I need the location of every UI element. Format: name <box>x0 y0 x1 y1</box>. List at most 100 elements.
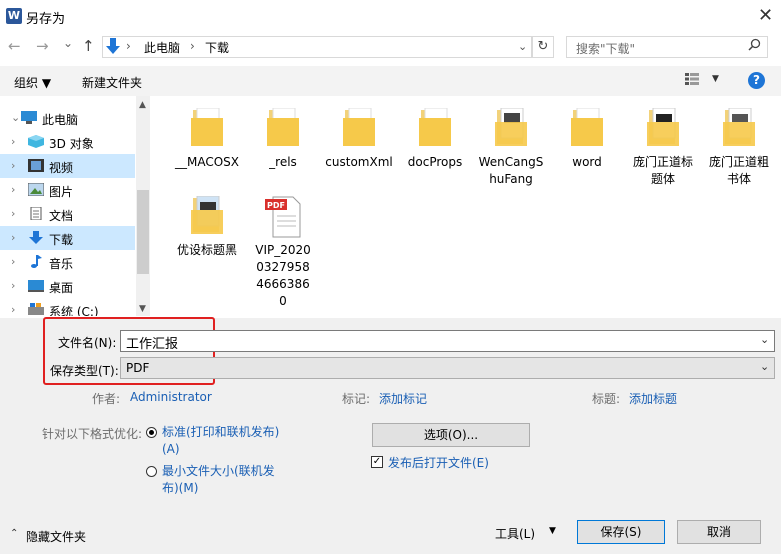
chevron-right-icon[interactable]: › <box>11 183 15 196</box>
sidebar-item-label: 图片 <box>49 185 74 199</box>
documents-icon <box>30 207 42 220</box>
filetype-label: 保存类型(T): <box>50 364 119 378</box>
video-icon <box>28 159 44 172</box>
sidebar-scrollbar-thumb[interactable] <box>137 190 149 274</box>
chevron-right-icon[interactable]: › <box>11 135 15 148</box>
word-app-icon: W <box>6 8 22 24</box>
sidebar-item-system-drive[interactable]: › 系统 (C:) <box>0 298 135 316</box>
sidebar-item-label: 此电脑 <box>42 113 79 127</box>
filename-value[interactable]: 工作汇报 <box>126 333 178 352</box>
file-name: WenCangShuFang <box>478 155 544 186</box>
folder-preview-icon <box>723 108 755 146</box>
file-name: 庞门正道标题体 <box>632 155 693 186</box>
download-icon <box>29 231 43 244</box>
file-name: 优设标题黑 <box>176 243 237 257</box>
filename-input[interactable] <box>120 330 775 352</box>
pc-icon <box>21 111 37 124</box>
up-arrow-icon[interactable]: ↑ <box>82 37 95 55</box>
view-options-icon[interactable] <box>685 73 699 85</box>
filetype-value[interactable]: PDF <box>126 361 149 375</box>
chevron-down-icon[interactable]: ⌄ <box>11 111 20 124</box>
sidebar-item-label: 桌面 <box>49 281 74 295</box>
add-title-link[interactable]: 添加标题 <box>629 390 677 407</box>
radio-standard[interactable] <box>146 427 157 438</box>
filetype-select[interactable] <box>120 357 775 379</box>
open-after-label[interactable]: 发布后打开文件(E) <box>388 454 489 471</box>
breadcrumb-this-pc[interactable]: 此电脑 <box>144 39 180 56</box>
sidebar-item-label: 文档 <box>49 209 74 223</box>
organize-menu-button[interactable]: 组织 ▼ <box>14 74 51 91</box>
options-button[interactable]: 选项(O)... <box>372 423 530 447</box>
drive-icon <box>28 303 44 315</box>
tools-dropdown-icon[interactable]: ▼ <box>549 526 556 536</box>
folder-icon <box>343 108 375 146</box>
sidebar-item-downloads[interactable]: › 下载 <box>0 226 135 250</box>
file-name: word <box>572 155 602 169</box>
close-icon[interactable]: ✕ <box>758 5 773 26</box>
music-icon <box>31 255 42 268</box>
hide-folders-toggle[interactable]: 隐藏文件夹 <box>26 528 86 545</box>
author-label: 作者: <box>92 392 121 406</box>
cancel-button[interactable]: 取消 <box>677 520 761 544</box>
chevron-right-icon[interactable]: › <box>11 159 15 172</box>
chevron-right-icon[interactable]: › <box>11 255 15 268</box>
chevron-down-icon[interactable]: ⌄ <box>760 333 769 346</box>
chevron-right-icon[interactable]: › <box>11 231 15 244</box>
breadcrumb-separator: › <box>126 39 131 53</box>
new-folder-button[interactable]: 新建文件夹 <box>82 74 142 91</box>
tags-label: 标记: <box>342 392 371 406</box>
chevron-right-icon[interactable]: › <box>11 279 15 292</box>
chevron-right-icon[interactable]: › <box>11 207 15 220</box>
add-tags-link[interactable]: 添加标记 <box>379 390 427 407</box>
optimize-label: 针对以下格式优化: <box>42 427 143 441</box>
desktop-icon <box>28 280 44 292</box>
chevron-down-icon[interactable]: ⌄ <box>760 360 769 373</box>
sidebar-item-label: 音乐 <box>49 257 74 271</box>
sidebar-item-desktop[interactable]: › 桌面 <box>0 274 135 298</box>
window-title: 另存为 <box>26 12 66 27</box>
sidebar-item-music[interactable]: › 音乐 <box>0 250 135 274</box>
folder-icon <box>419 108 451 146</box>
help-icon[interactable]: ? <box>748 72 765 89</box>
title-bar <box>0 0 781 32</box>
sidebar-item-documents[interactable]: › 文档 <box>0 202 135 226</box>
view-dropdown-icon[interactable]: ▼ <box>712 74 719 84</box>
recent-locations-icon[interactable]: ⌄ <box>63 36 73 50</box>
pdf-badge: PDF <box>267 201 285 210</box>
scroll-down-icon[interactable]: ▼ <box>139 304 146 314</box>
sidebar-item-pictures[interactable]: › 图片 <box>0 178 135 202</box>
author-value[interactable]: Administrator <box>130 390 212 404</box>
chevron-down-icon[interactable]: ⌄ <box>518 40 527 53</box>
folder-preview-icon <box>647 108 679 146</box>
sidebar-item-label: 系统 (C:) <box>49 305 99 316</box>
tools-menu-button[interactable]: 工具(L) <box>495 525 535 542</box>
forward-arrow-icon[interactable]: → <box>36 37 49 55</box>
file-name: VIP_2020032795846663860 <box>255 243 311 308</box>
chevron-up-icon[interactable]: ⌃ <box>10 528 18 539</box>
pictures-icon <box>28 183 44 196</box>
scroll-up-icon[interactable]: ▲ <box>139 100 146 110</box>
file-name: __MACOSX <box>174 155 239 169</box>
breadcrumb-separator: › <box>190 39 195 53</box>
sidebar-item-label: 视频 <box>49 161 74 175</box>
back-arrow-icon[interactable]: ← <box>8 37 21 55</box>
chevron-right-icon[interactable]: › <box>11 303 15 316</box>
sidebar-item-3d-objects[interactable]: › 3D 对象 <box>0 130 135 154</box>
download-arrow-icon <box>106 38 120 54</box>
radio-minimum-size[interactable] <box>146 466 157 477</box>
sidebar-item-videos[interactable]: › 视频 <box>0 154 135 178</box>
option-minimum-label[interactable]: 最小文件大小(联机发布)(M) <box>162 463 282 497</box>
refresh-icon[interactable]: ↻ <box>532 36 554 58</box>
sidebar-item-this-pc[interactable]: ⌄ 此电脑 <box>0 106 135 130</box>
sidebar-item-label: 下载 <box>49 233 74 247</box>
open-after-checkbox[interactable]: ✓ <box>371 456 383 468</box>
search-placeholder: 搜索"下载" <box>576 42 636 56</box>
file-name: 庞门正道粗书体 <box>708 155 769 186</box>
option-standard-label[interactable]: 标准(打印和联机发布)(A) <box>162 424 282 458</box>
sidebar-item-label: 3D 对象 <box>49 137 94 151</box>
save-button[interactable]: 保存(S) <box>577 520 665 544</box>
3d-objects-icon <box>28 135 44 148</box>
breadcrumb-downloads[interactable]: 下载 <box>205 39 229 56</box>
folder-preview-icon <box>191 196 223 234</box>
search-icon <box>748 38 761 51</box>
